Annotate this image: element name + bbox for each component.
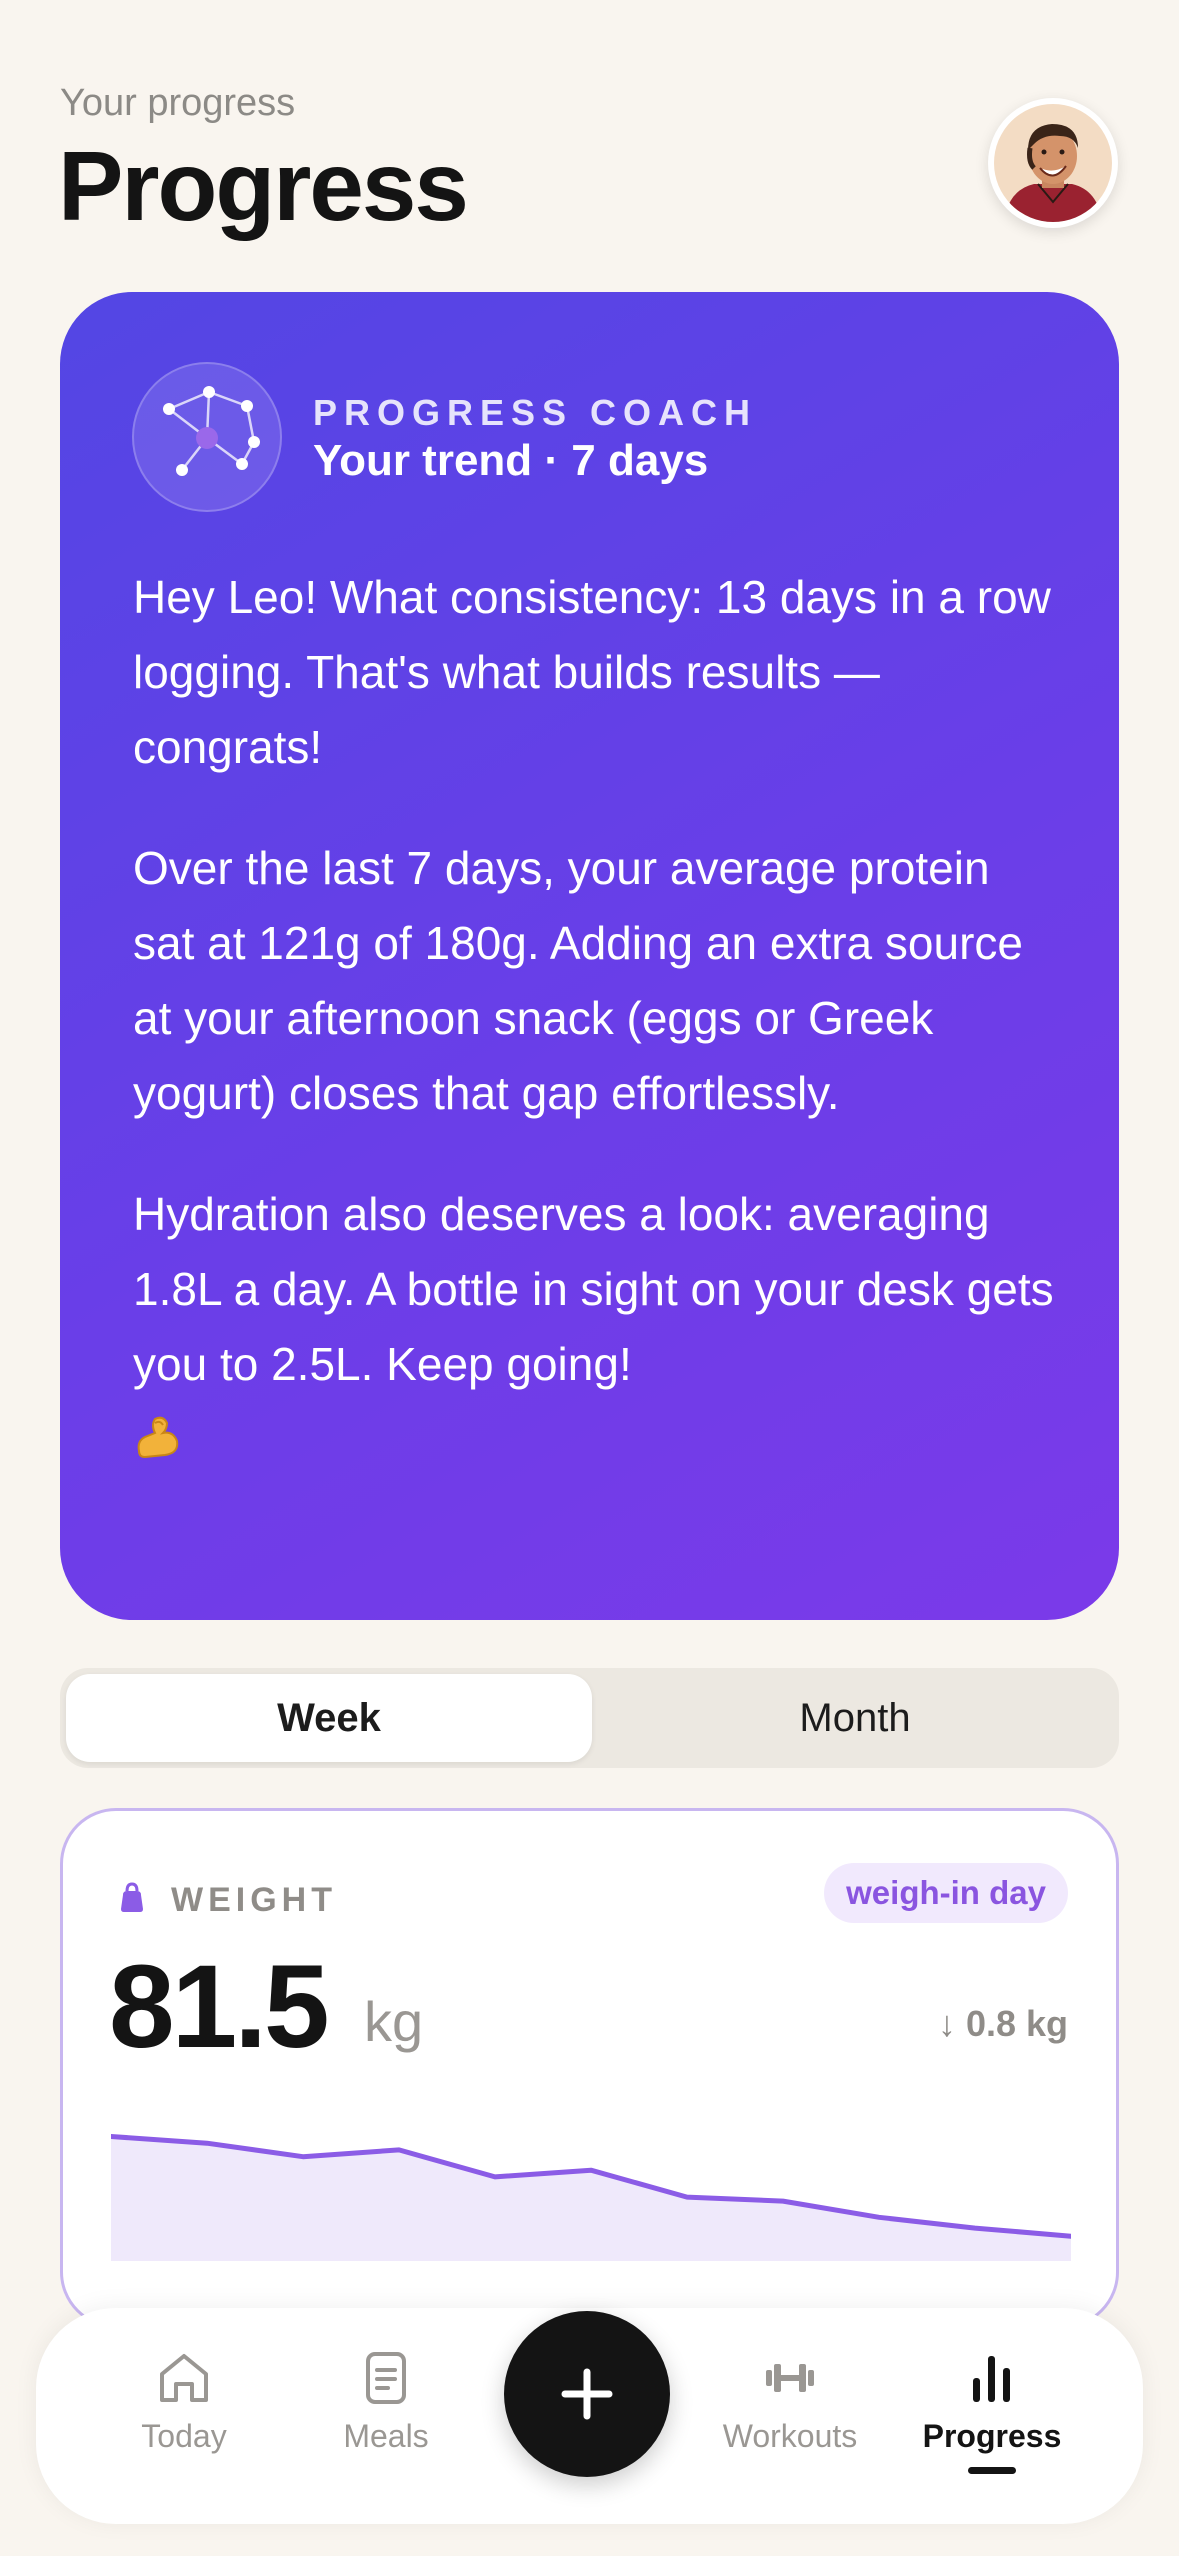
weight-trend-area (111, 2136, 1071, 2261)
nav-label-today: Today (141, 2418, 227, 2454)
nav-item-meals[interactable]: Meals (296, 2348, 476, 2455)
bar-chart-icon (973, 2356, 1010, 2402)
flexed-biceps-icon (137, 1416, 179, 1459)
weight-card[interactable]: WEIGHT weigh-in day 81.5 kg ↓ 0.8 kg (60, 1808, 1119, 2328)
coach-card: PROGRESS COACH Your trend · 7 days Hey L… (60, 292, 1119, 1620)
weigh-in-badge: weigh-in day (824, 1863, 1068, 1923)
nav-label-workouts: Workouts (722, 2418, 858, 2454)
coach-subtitle: Your trend · 7 days (313, 436, 709, 485)
dumbbell-icon (766, 2364, 814, 2392)
weight-label: WEIGHT (171, 1881, 337, 1919)
coach-paragraph: Over the last 7 days, your average prote… (133, 842, 1023, 1119)
nav-item-today[interactable]: Today (94, 2348, 274, 2455)
active-tab-indicator (968, 2467, 1016, 2474)
nav-item-workouts[interactable]: Workouts (700, 2348, 880, 2455)
kettlebell-icon (121, 1882, 143, 1912)
nav-label-meals: Meals (343, 2418, 429, 2454)
add-entry-button[interactable] (504, 2311, 670, 2477)
weight-delta: ↓ 0.8 kg (937, 2003, 1068, 2044)
nav-item-progress[interactable]: Progress (902, 2348, 1082, 2474)
avatar[interactable] (988, 98, 1118, 228)
coach-paragraph-text: Hydration also deserves a look: averagin… (133, 1188, 1054, 1390)
page-subtitle: Your progress (60, 82, 296, 124)
tab-month[interactable]: Month (592, 1674, 1118, 1762)
progress-screen: Your progress Progress PROGRESS COACH Yo… (0, 0, 1179, 2556)
coach-message: Hey Leo! What consistency: 13 days in a … (133, 560, 1063, 1477)
avatar-image (994, 104, 1112, 222)
coach-paragraph: Hydration also deserves a look: averagin… (133, 1177, 1063, 1477)
plus-icon (561, 2368, 613, 2420)
home-icon (160, 2354, 208, 2402)
weight-value: 81.5 (109, 1941, 330, 2073)
coach-label: PROGRESS COACH (313, 392, 758, 433)
weight-unit: kg (364, 1990, 424, 2053)
page-title: Progress (58, 131, 469, 241)
coach-paragraph: Hey Leo! What consistency: 13 days in a … (133, 571, 1051, 773)
document-icon (366, 2352, 406, 2404)
tab-week[interactable]: Week (66, 1674, 592, 1762)
weight-trend-chart (111, 2134, 1071, 2261)
nav-label-progress: Progress (922, 2418, 1062, 2454)
range-toggle: Week Month (60, 1668, 1119, 1768)
constellation-icon (132, 362, 282, 512)
